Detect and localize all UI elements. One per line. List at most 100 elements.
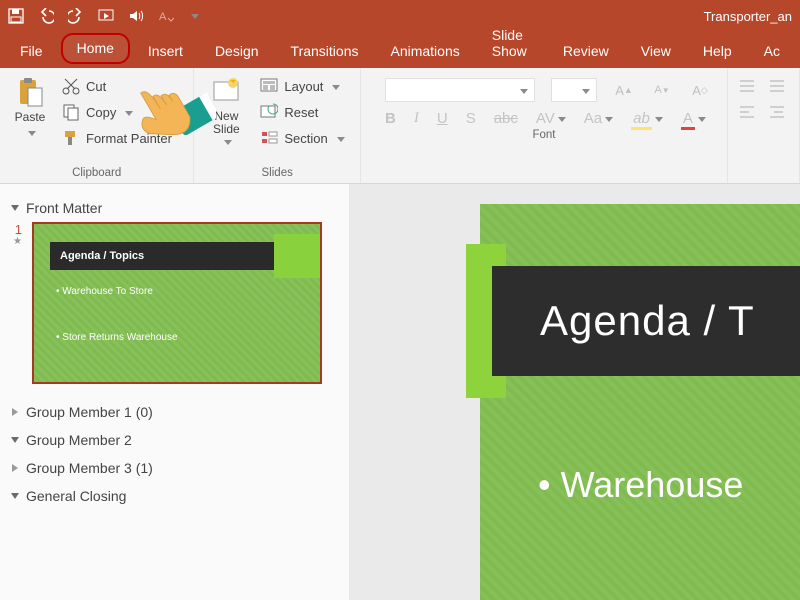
chevron-down-icon [652,110,663,127]
change-case-button[interactable]: Aa [584,110,613,127]
reset-button[interactable]: Reset [256,100,348,124]
triangle-right-icon [10,463,20,473]
svg-text:A: A [159,11,167,23]
highlight-button[interactable]: ab [631,110,663,127]
align-center-button[interactable] [770,106,788,122]
new-slide-button[interactable]: New Slide [200,72,252,148]
slide-thumbnail[interactable]: Agenda / Topics • Warehouse To Store • S… [32,222,322,384]
scissors-icon [62,77,80,95]
tab-slideshow[interactable]: Slide Show [476,19,547,68]
format-painter-button[interactable]: Format Painter [58,126,176,150]
group-slides: New Slide Layout Reset Section Slides [194,68,361,183]
bold-button[interactable]: B [385,110,396,127]
undo-icon[interactable] [38,8,54,24]
triangle-right-icon [10,407,20,417]
section-group-member-2[interactable]: Group Member 2 [8,426,341,454]
tab-acrobat[interactable]: Ac [748,35,796,68]
paste-icon [14,76,46,108]
underline-button[interactable]: U [437,110,448,127]
chevron-down-icon [25,126,36,140]
new-slide-label: New Slide [200,110,252,136]
font-decrease-icon[interactable]: A [158,8,174,24]
document-title: Transporter_an [704,9,792,24]
qat-customize-icon[interactable] [188,8,198,24]
chevron-down-icon [579,83,590,98]
italic-button[interactable]: I [414,110,419,127]
slide-preview: Agenda / T • Warehouse [480,204,800,600]
redo-icon[interactable] [68,8,84,24]
group-clipboard: Paste Cut Copy Format Painter Cli [0,68,194,183]
tab-help[interactable]: Help [687,35,748,68]
font-size-select[interactable] [551,78,597,102]
section-label: Group Member 2 [26,432,132,448]
triangle-down-icon [10,491,20,501]
section-group-member-1[interactable]: Group Member 1 (0) [8,398,341,426]
ribbon: Paste Cut Copy Format Painter Cli [0,68,800,184]
section-button[interactable]: Section [256,126,348,150]
thumb-bullet: • Store Returns Warehouse [56,332,178,343]
decrease-font-icon[interactable]: A▼ [651,79,673,101]
tab-transitions[interactable]: Transitions [275,35,375,68]
align-left-button[interactable] [740,106,758,122]
start-from-beginning-icon[interactable] [98,8,114,24]
section-label: Section [284,131,327,146]
bullets-button[interactable] [740,80,758,96]
tab-review[interactable]: Review [547,35,625,68]
triangle-down-icon [10,435,20,445]
new-slide-icon [210,76,242,108]
section-icon [260,129,278,147]
layout-label: Layout [284,79,323,94]
numbering-button[interactable] [770,80,788,96]
slide-thumbnail-row[interactable]: 1 ★ Agenda / Topics • Warehouse To Store… [8,222,341,384]
cut-button[interactable]: Cut [58,74,176,98]
copy-button[interactable]: Copy [58,100,176,124]
title-bar: A Transporter_an [0,0,800,32]
paste-label: Paste [15,110,46,124]
tab-insert[interactable]: Insert [132,35,199,68]
group-label-slides: Slides [200,165,354,183]
font-family-select[interactable] [385,78,535,102]
section-general-closing[interactable]: General Closing [8,482,341,510]
volume-icon[interactable] [128,8,144,24]
chevron-down-icon [517,83,528,98]
triangle-down-icon [10,203,20,213]
clear-formatting-icon[interactable]: A◇ [689,79,711,101]
reset-label: Reset [284,105,318,120]
format-painter-label: Format Painter [86,131,172,146]
font-color-button[interactable]: A [681,110,706,127]
strikethrough-button[interactable]: abc [494,110,518,127]
chevron-down-icon [555,110,566,127]
outline-pane[interactable]: Front Matter 1 ★ Agenda / Topics • Wareh… [0,184,350,600]
group-paragraph [728,68,800,183]
slide-canvas[interactable]: Agenda / T • Warehouse [350,184,800,600]
group-label-font: Font [367,127,721,145]
reset-icon [260,103,278,121]
section-group-member-3[interactable]: Group Member 3 (1) [8,454,341,482]
layout-icon [260,77,278,95]
layout-button[interactable]: Layout [256,74,348,98]
quick-access-toolbar: A [8,8,198,24]
copy-icon [62,103,80,121]
chevron-down-icon [122,105,133,120]
section-front-matter[interactable]: Front Matter [8,194,341,222]
tab-home[interactable]: Home [61,33,130,64]
tab-view[interactable]: View [625,35,687,68]
chevron-down-icon [602,110,613,127]
tab-file[interactable]: File [4,35,59,68]
increase-font-icon[interactable]: A▲ [613,79,635,101]
tab-design[interactable]: Design [199,35,275,68]
section-label: Front Matter [26,200,102,216]
save-icon[interactable] [8,8,24,24]
character-spacing-button[interactable]: AV [536,110,566,127]
paste-button[interactable]: Paste [6,72,54,140]
slide-bullet: • Warehouse [538,464,743,506]
section-label: Group Member 1 (0) [26,404,153,420]
shadow-button[interactable]: S [466,110,476,127]
thumb-title: Agenda / Topics [50,242,274,270]
animation-star-icon: ★ [8,237,22,247]
tab-animations[interactable]: Animations [374,35,475,68]
section-label: Group Member 3 (1) [26,460,153,476]
chevron-down-icon [334,131,345,146]
thumb-accent [274,234,320,278]
workspace: Front Matter 1 ★ Agenda / Topics • Wareh… [0,184,800,600]
